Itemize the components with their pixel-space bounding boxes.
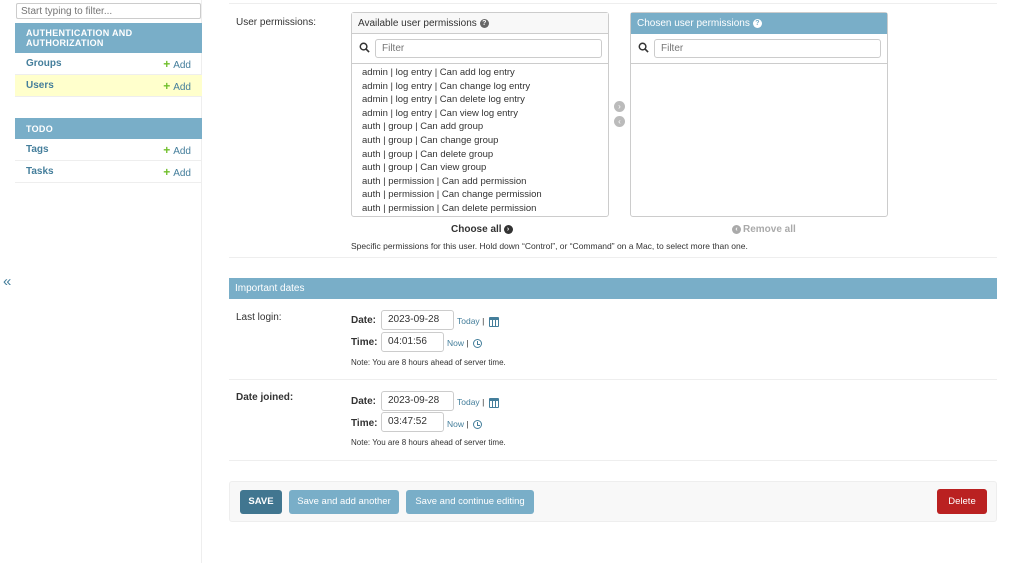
search-icon (638, 42, 649, 53)
search-icon (359, 42, 370, 53)
collapse-icon[interactable]: « (3, 273, 11, 290)
permission-option[interactable]: auth | permission | Can add permission (362, 175, 608, 189)
remove-all-icon: ‹ (732, 224, 741, 234)
plus-icon: + (163, 56, 171, 71)
save-and-continue-button[interactable]: Save and continue editing (406, 490, 534, 514)
available-permissions-title: Available user permissions? (352, 13, 608, 34)
date-joined-time-shortcuts: Now | (447, 419, 482, 430)
time-label: Time: (351, 418, 378, 429)
save-button[interactable]: SAVE (240, 490, 282, 514)
choose-arrow-icon[interactable]: › (614, 101, 625, 112)
delete-button[interactable]: Delete (937, 489, 987, 514)
last-login-time-shortcuts: Now | (447, 338, 482, 349)
available-filter-input[interactable] (375, 39, 602, 58)
choose-all-icon: › (503, 224, 513, 234)
add-user-link[interactable]: + Add (163, 79, 191, 93)
permission-option[interactable]: auth | group | Can view group (362, 161, 608, 175)
plus-icon: + (163, 164, 171, 179)
permission-option[interactable]: auth | group | Can add group (362, 120, 608, 134)
important-dates-header: Important dates (229, 278, 997, 299)
add-group-link[interactable]: + Add (163, 57, 191, 71)
divider (229, 460, 997, 461)
last-login-time-input[interactable]: 04:01:56 (381, 332, 444, 352)
chosen-filter-input[interactable] (654, 39, 881, 58)
divider (229, 3, 997, 4)
sidebar-item-label[interactable]: Tasks (26, 166, 54, 177)
now-link[interactable]: Now (447, 419, 464, 429)
date-joined-label: Date joined: (236, 392, 294, 403)
help-icon[interactable]: ? (752, 18, 762, 28)
submit-row: SAVE Save and add another Save and conti… (229, 481, 997, 522)
module-header-todo[interactable]: TODO (15, 118, 202, 139)
sidebar-item-tags: Tags + Add (15, 139, 202, 161)
nav-filter-input[interactable] (16, 3, 201, 19)
remove-all-link[interactable]: ‹ Remove all (732, 224, 796, 235)
today-link[interactable]: Today (457, 316, 480, 326)
today-link[interactable]: Today (457, 397, 480, 407)
timezone-note: Note: You are 8 hours ahead of server ti… (351, 438, 506, 447)
permission-option[interactable]: auth | group | Can change group (362, 134, 608, 148)
available-filter (352, 34, 608, 64)
calendar-icon[interactable] (488, 397, 499, 408)
chosen-filter (631, 34, 887, 64)
permission-option[interactable]: auth | group | Can delete group (362, 148, 608, 162)
date-label: Date: (351, 396, 377, 407)
last-login-date-input[interactable]: 2023-09-28 (381, 310, 454, 330)
last-login-date-shortcuts: Today | (457, 316, 499, 327)
remove-arrow-icon[interactable]: ‹ (614, 116, 625, 127)
permission-option[interactable]: admin | log entry | Can add log entry (362, 66, 608, 80)
permission-option[interactable]: auth | permission | Can change permissio… (362, 188, 608, 202)
permission-option[interactable]: auth | permission | Can delete permissio… (362, 202, 608, 216)
save-and-add-another-button[interactable]: Save and add another (289, 490, 399, 514)
date-joined-date-shortcuts: Today | (457, 397, 499, 408)
date-label: Date: (351, 315, 377, 326)
user-permissions-label: User permissions: (236, 17, 317, 28)
sidebar-item-label[interactable]: Groups (26, 58, 62, 69)
sidebar-item-users: Users + Add (15, 75, 202, 97)
chosen-permissions-list[interactable] (631, 64, 887, 214)
permissions-help-text: Specific permissions for this user. Hold… (351, 241, 748, 251)
nav-sidebar-toggle[interactable]: « (0, 0, 15, 563)
sidebar-item-label[interactable]: Users (26, 80, 54, 91)
now-link[interactable]: Now (447, 338, 464, 348)
plus-icon: + (163, 142, 171, 157)
clock-icon[interactable] (472, 420, 482, 430)
nav-sidebar: AUTHENTICATION AND AUTHORIZATION Groups … (15, 0, 202, 563)
add-tag-link[interactable]: + Add (163, 143, 191, 157)
sidebar-item-label[interactable]: Tags (26, 144, 49, 155)
calendar-icon[interactable] (488, 316, 499, 327)
clock-icon[interactable] (472, 339, 482, 349)
help-icon[interactable]: ? (479, 18, 489, 28)
available-permissions-box: Available user permissions? admin | log … (351, 12, 609, 217)
divider (229, 379, 997, 380)
permission-option[interactable]: admin | log entry | Can delete log entry (362, 93, 608, 107)
date-joined-time-input[interactable]: 03:47:52 (381, 412, 444, 432)
available-permissions-list[interactable]: admin | log entry | Can add log entry adm… (352, 64, 608, 216)
chosen-permissions-box: Chosen user permissions? (630, 12, 888, 217)
divider (229, 257, 997, 258)
sidebar-item-tasks: Tasks + Add (15, 161, 202, 183)
permission-option[interactable]: admin | log entry | Can view log entry (362, 107, 608, 121)
chosen-permissions-title: Chosen user permissions? (631, 13, 887, 34)
module-header-auth[interactable]: AUTHENTICATION AND AUTHORIZATION (15, 23, 202, 53)
date-joined-date-input[interactable]: 2023-09-28 (381, 391, 454, 411)
plus-icon: + (163, 78, 171, 93)
add-task-link[interactable]: + Add (163, 165, 191, 179)
timezone-note: Note: You are 8 hours ahead of server ti… (351, 358, 506, 367)
sidebar-item-groups: Groups + Add (15, 53, 202, 75)
permission-option[interactable]: admin | log entry | Can change log entry (362, 80, 608, 94)
choose-all-link[interactable]: Choose all › (451, 224, 513, 235)
time-label: Time: (351, 337, 378, 348)
last-login-label: Last login: (236, 312, 282, 323)
